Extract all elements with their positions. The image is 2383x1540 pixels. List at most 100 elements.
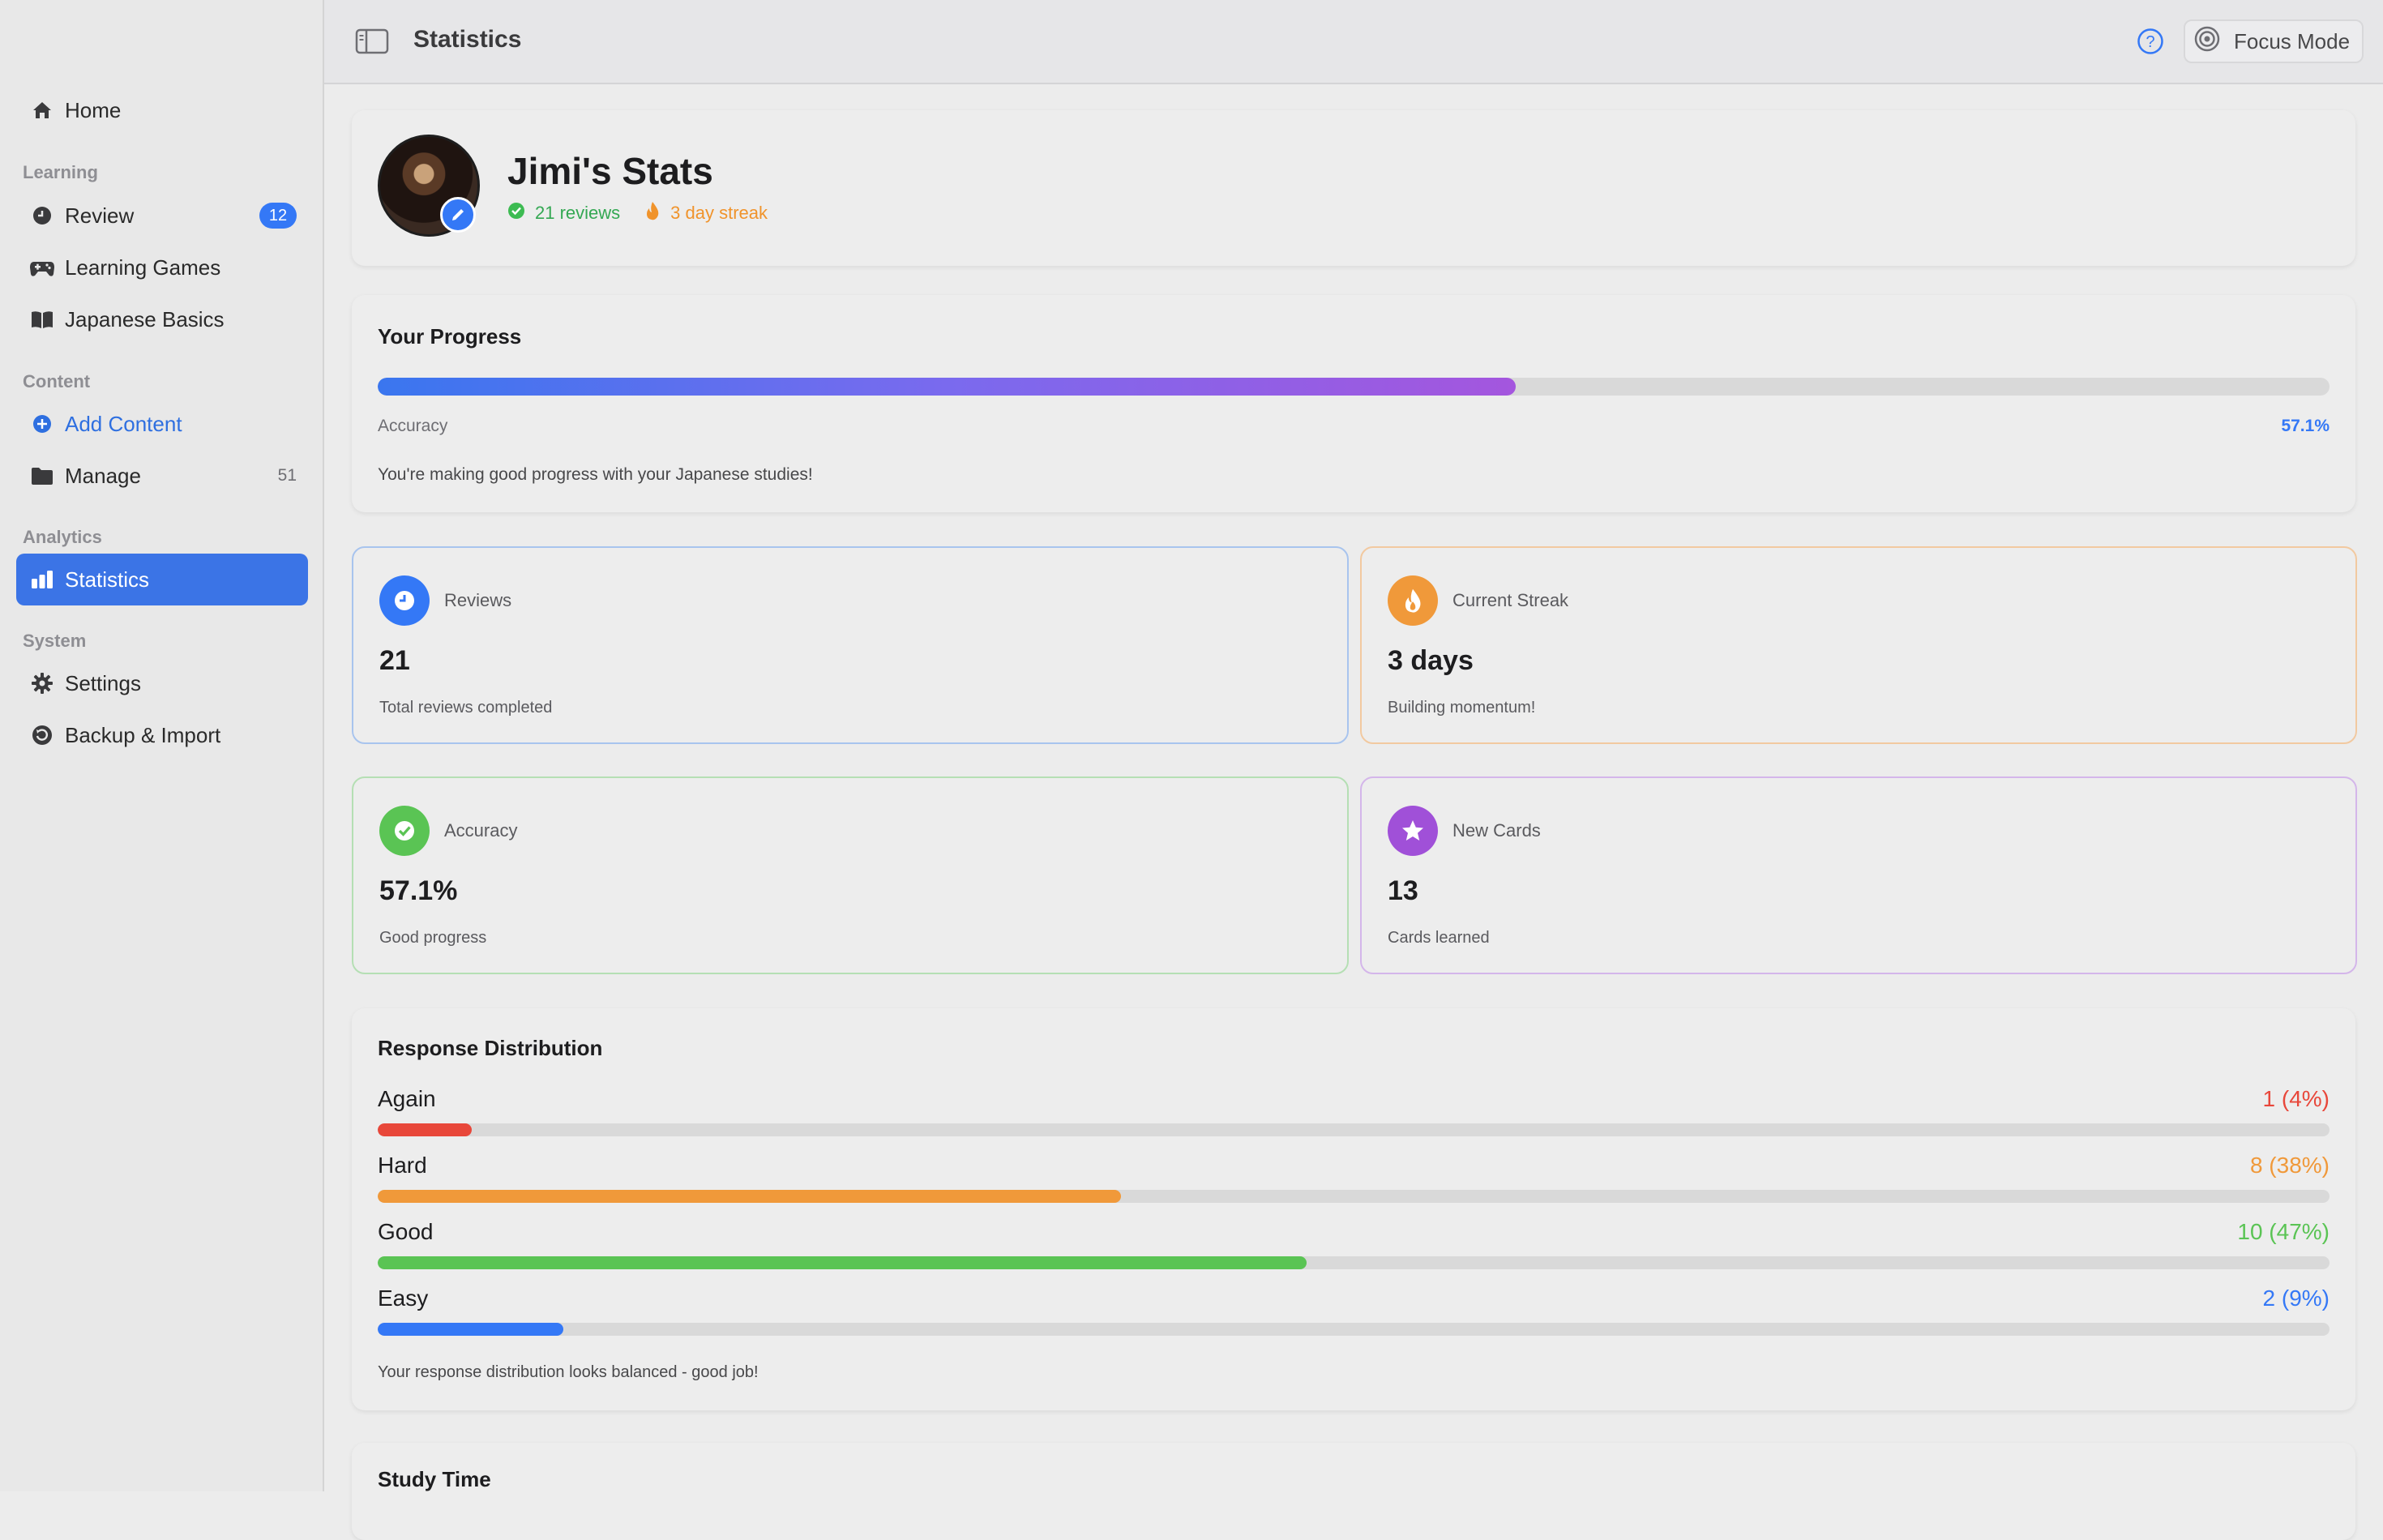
sidebar-item-label: Settings: [65, 670, 141, 695]
section-label-system: System: [23, 631, 87, 651]
house-icon: [29, 97, 55, 123]
profile-card: Jimi's Stats 21 reviews 3 day streak: [352, 110, 2355, 266]
manage-count: 51: [277, 466, 297, 485]
profile-streak: 3 day streak: [670, 203, 768, 223]
chart-bar-icon: [29, 567, 55, 592]
distribution-row-label: Hard: [378, 1153, 427, 1178]
progress-title: Your Progress: [378, 324, 522, 349]
distribution-row-value: 10 (47%): [2237, 1219, 2330, 1244]
new-cards-stat-value: 13: [1388, 875, 1418, 906]
section-label-learning: Learning: [23, 162, 98, 182]
folder-icon: [29, 463, 55, 489]
profile-reviews: 21 reviews: [535, 203, 621, 223]
sidebar-item-backup-import[interactable]: Backup & Import: [16, 709, 308, 761]
distribution-row-label: Again: [378, 1086, 436, 1111]
sidebar-item-label: Backup & Import: [65, 722, 221, 747]
progress-message: You're making good progress with your Ja…: [378, 465, 813, 484]
help-icon[interactable]: ?: [2137, 28, 2164, 59]
sidebar-item-home[interactable]: Home: [16, 84, 308, 136]
sidebar-toggle-icon[interactable]: [355, 28, 389, 59]
pencil-icon: [452, 209, 464, 220]
distribution-row-label: Easy: [378, 1285, 429, 1311]
edit-avatar-button[interactable]: [440, 197, 476, 233]
distribution-title: Response Distribution: [378, 1036, 603, 1060]
sidebar-item-settings[interactable]: Settings: [16, 657, 308, 709]
distribution-row-value: 2 (9%): [2262, 1285, 2330, 1311]
plus-circle-icon: [29, 411, 55, 437]
reviews-stat-value: 21: [379, 645, 410, 676]
sidebar-item-japanese-basics[interactable]: Japanese Basics: [16, 293, 308, 345]
toolbar: Statistics ? Focus Mode: [324, 0, 2383, 84]
streak-stat-desc: Building momentum!: [1388, 699, 1536, 717]
new-cards-stat-card: New Cards 13 Cards learned: [1360, 776, 2357, 974]
response-distribution-card: Response Distribution Again 1 (4%) Hard 8 (…: [352, 1008, 2355, 1410]
sidebar-item-statistics[interactable]: Statistics: [16, 554, 308, 605]
clock-icon: [29, 203, 55, 229]
distribution-message: Your response distribution looks balance…: [378, 1363, 759, 1381]
distribution-bar-fill: [378, 1256, 1307, 1269]
star-icon: [1388, 806, 1438, 856]
distribution-bar-track: [378, 1123, 2330, 1136]
distribution-bar-fill: [378, 1190, 1122, 1203]
new-cards-stat-desc: Cards learned: [1388, 929, 1490, 947]
focus-mode-label: Focus Mode: [2234, 28, 2351, 53]
avatar[interactable]: [378, 135, 480, 237]
gear-icon: [29, 670, 55, 696]
sidebar-item-label: Statistics: [65, 567, 150, 592]
gamecontroller-icon: [29, 255, 55, 280]
sidebar-item-add-content[interactable]: Add Content: [16, 398, 308, 450]
sidebar: Home Learning Review 12 Learning Games J…: [0, 0, 324, 1491]
reviews-stat-desc: Total reviews completed: [379, 699, 553, 717]
progress-bar-fill: [378, 378, 1516, 396]
accuracy-value: 57.1%: [2281, 417, 2330, 435]
profile-name: Jimi's Stats: [507, 150, 713, 192]
sidebar-item-label: Review: [65, 203, 135, 228]
reviews-stat-label: Reviews: [444, 590, 512, 610]
accuracy-stat-label: Accuracy: [444, 820, 518, 841]
sidebar-item-review[interactable]: Review 12: [16, 190, 308, 242]
arrow-circle-icon: [29, 722, 55, 748]
streak-stat-card: Current Streak 3 days Building momentum!: [1360, 546, 2357, 744]
section-label-content: Content: [23, 371, 91, 391]
focus-mode-button[interactable]: Focus Mode: [2184, 19, 2364, 63]
streak-stat-value: 3 days: [1388, 645, 1474, 676]
distribution-bar-track: [378, 1256, 2330, 1269]
flame-icon: [1388, 575, 1438, 626]
accuracy-stat-desc: Good progress: [379, 929, 487, 947]
progress-bar-track: [378, 378, 2330, 396]
distribution-row-label: Good: [378, 1219, 434, 1244]
checkmark-icon: [379, 806, 430, 856]
clock-icon: [379, 575, 430, 626]
distribution-bar-fill: [378, 1123, 472, 1136]
progress-card: Your Progress Accuracy 57.1% You're maki…: [352, 295, 2355, 512]
distribution-bar-track: [378, 1323, 2330, 1336]
distribution-row-value: 1 (4%): [2262, 1086, 2330, 1111]
new-cards-stat-label: New Cards: [1452, 820, 1541, 841]
streak-stat-label: Current Streak: [1452, 590, 1569, 610]
distribution-bar-fill: [378, 1323, 563, 1336]
sidebar-item-label: Home: [65, 97, 122, 122]
distribution-bar-track: [378, 1190, 2330, 1203]
sidebar-item-label: Learning Games: [65, 255, 221, 280]
review-count-badge: 12: [259, 203, 297, 229]
checkmark-circle-icon: [507, 202, 525, 225]
sidebar-item-manage[interactable]: Manage 51: [16, 450, 308, 502]
section-label-analytics: Analytics: [23, 527, 102, 547]
flame-icon: [644, 201, 661, 225]
target-icon: [2193, 25, 2221, 58]
sidebar-item-label: Add Content: [65, 411, 182, 436]
accuracy-stat-card: Accuracy 57.1% Good progress: [352, 776, 1349, 974]
study-time-card: Study Time: [352, 1443, 2355, 1540]
profile-meta: 21 reviews 3 day streak: [507, 201, 768, 225]
sidebar-item-learning-games[interactable]: Learning Games: [16, 242, 308, 293]
accuracy-stat-value: 57.1%: [379, 875, 458, 906]
page-title: Statistics: [413, 26, 522, 53]
reviews-stat-card: Reviews 21 Total reviews completed: [352, 546, 1349, 744]
distribution-row-value: 8 (38%): [2249, 1153, 2330, 1178]
sidebar-item-label: Manage: [65, 463, 141, 488]
accuracy-label: Accuracy: [378, 417, 448, 435]
study-time-title: Study Time: [378, 1467, 491, 1491]
book-icon: [29, 306, 55, 332]
svg-text:?: ?: [2146, 33, 2154, 51]
sidebar-item-label: Japanese Basics: [65, 306, 225, 332]
